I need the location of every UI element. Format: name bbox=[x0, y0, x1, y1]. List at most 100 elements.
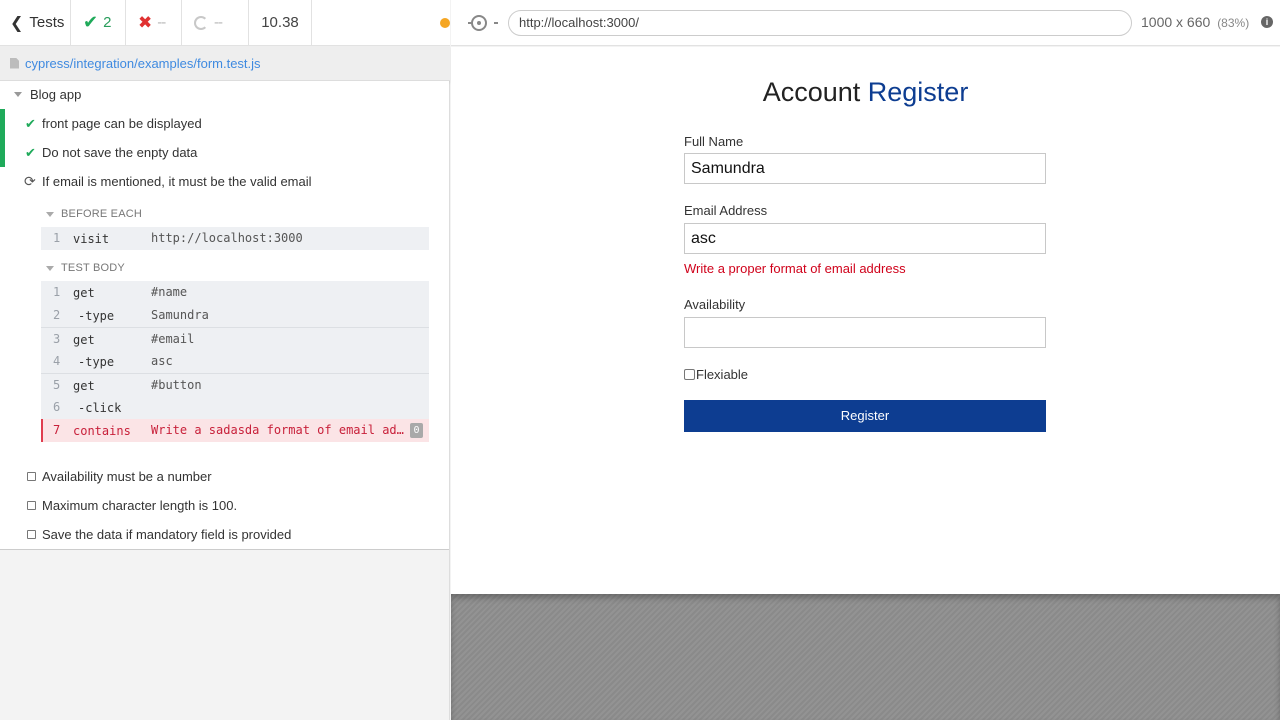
command-message: Samundra bbox=[151, 308, 209, 322]
command-message: #email bbox=[151, 332, 195, 346]
email-error-message: Write a proper format of email address bbox=[684, 261, 906, 276]
hook-test-body[interactable]: TEST BODY bbox=[46, 262, 125, 274]
command-row[interactable]: 1 get #name bbox=[41, 281, 429, 304]
command-row[interactable]: 6 -click bbox=[41, 396, 429, 419]
test-item[interactable]: Maximum character length is 100. bbox=[0, 491, 449, 520]
x-icon: ✖ bbox=[138, 12, 153, 32]
command-number: 5 bbox=[53, 378, 61, 392]
test-list: Blog app ✔ front page can be displayed ✔… bbox=[0, 81, 449, 550]
command-row[interactable]: 3 get #email bbox=[41, 327, 429, 350]
caret-down-icon bbox=[46, 265, 54, 271]
command-message: #button bbox=[151, 378, 202, 392]
checkbox-box[interactable] bbox=[684, 369, 695, 380]
viewport-scale: (83%) bbox=[1217, 16, 1250, 30]
command-name: get bbox=[73, 379, 95, 393]
command-number: 1 bbox=[53, 285, 61, 299]
selector-playground-icon[interactable] bbox=[468, 15, 498, 31]
full-name-input[interactable]: Samundra bbox=[684, 153, 1046, 184]
test-item[interactable]: ✔ front page can be displayed bbox=[0, 109, 449, 138]
viewport-info: 1000 x 660 (83%) bbox=[1141, 14, 1249, 30]
email-input[interactable]: asc bbox=[684, 223, 1046, 254]
before-each-commands: 1 visit http://localhost:3000 bbox=[41, 227, 429, 250]
flexible-label: Flexiable bbox=[696, 367, 749, 382]
hook-title: TEST BODY bbox=[61, 262, 125, 274]
chevron-left-icon: ❮ bbox=[10, 14, 24, 32]
aut-backdrop bbox=[451, 594, 1280, 720]
command-name: get bbox=[73, 333, 95, 347]
check-icon: ✔ bbox=[25, 115, 36, 131]
pending-square-icon bbox=[27, 501, 36, 510]
command-row[interactable]: 2 -type Samundra bbox=[41, 304, 429, 327]
email-label: Email Address bbox=[684, 203, 768, 218]
command-name: -click bbox=[78, 401, 122, 415]
stats-bar: ❮ Tests ✔ 2 ✖ -- -- 10.38 ↕ bbox=[0, 0, 507, 46]
test-title: Save the data if mandatory field is prov… bbox=[42, 527, 292, 542]
test-title: If email is mentioned, it must be the va… bbox=[42, 174, 312, 189]
test-item[interactable]: Availability must be a number bbox=[0, 462, 449, 491]
caret-down-icon bbox=[14, 92, 22, 97]
cypress-runner: ❮ Tests ✔ 2 ✖ -- -- 10.38 ↕ bbox=[0, 0, 1280, 720]
full-name-label: Full Name bbox=[684, 134, 744, 149]
url-bar[interactable]: http://localhost:3000/ bbox=[508, 10, 1132, 36]
check-icon: ✔ bbox=[25, 144, 36, 160]
spec-file-link[interactable]: cypress/integration/examples/form.test.j… bbox=[25, 56, 261, 71]
pass-indicator bbox=[0, 109, 5, 138]
caret-down-icon bbox=[46, 211, 54, 217]
command-name: get bbox=[73, 286, 95, 300]
test-title: Do not save the enpty data bbox=[42, 145, 198, 160]
pending-square-icon bbox=[27, 472, 36, 481]
command-number: 3 bbox=[53, 332, 61, 346]
page-title: Account Register bbox=[451, 77, 1280, 108]
pending-count: -- bbox=[182, 0, 249, 46]
spec-file-header: cypress/integration/examples/form.test.j… bbox=[0, 46, 450, 81]
pending-square-icon bbox=[27, 530, 36, 539]
test-title: front page can be displayed bbox=[42, 116, 202, 131]
app-under-test: Account Register Full Name Samundra Emai… bbox=[451, 47, 1280, 594]
command-name: contains bbox=[73, 424, 131, 438]
command-number: 1 bbox=[53, 231, 61, 245]
command-row[interactable]: 1 visit http://localhost:3000 bbox=[41, 227, 429, 250]
command-row[interactable]: 5 get #button bbox=[41, 373, 429, 396]
availability-input[interactable] bbox=[684, 317, 1046, 348]
running-indicator-icon bbox=[440, 17, 450, 28]
command-number: 7 bbox=[53, 423, 61, 437]
command-number: 4 bbox=[53, 354, 61, 368]
command-name: visit bbox=[73, 232, 110, 246]
test-title: Maximum character length is 100. bbox=[42, 498, 238, 513]
suite-title[interactable]: Blog app bbox=[14, 87, 81, 102]
back-label: Tests bbox=[29, 14, 65, 31]
pass-indicator bbox=[0, 138, 5, 167]
failed-value: -- bbox=[157, 14, 166, 31]
title-prefix: Account bbox=[762, 77, 861, 107]
test-body-commands: 1 get #name 2 -type Samundra 3 get #emai… bbox=[41, 281, 429, 442]
command-message: asc bbox=[151, 354, 173, 368]
test-item[interactable]: ✔ Do not save the enpty data bbox=[0, 138, 449, 167]
info-icon[interactable]: i bbox=[1261, 16, 1273, 28]
viewport-size: 1000 x 660 bbox=[1141, 14, 1211, 30]
flexible-checkbox[interactable]: Flexiable bbox=[684, 367, 748, 382]
test-item[interactable]: ⟳ If email is mentioned, it must be the … bbox=[0, 167, 449, 196]
command-number: 6 bbox=[53, 400, 61, 414]
command-message: #name bbox=[151, 285, 188, 299]
hook-before-each[interactable]: BEFORE EACH bbox=[46, 208, 142, 220]
suite-title-label: Blog app bbox=[30, 87, 82, 102]
command-row[interactable]: 4 -type asc bbox=[41, 350, 429, 373]
title-accent: Register bbox=[867, 77, 969, 107]
test-item[interactable]: Save the data if mandatory field is prov… bbox=[0, 520, 449, 549]
command-number: 2 bbox=[53, 308, 61, 322]
element-count-badge: 0 bbox=[410, 423, 423, 438]
command-row-failed[interactable]: 7 contains Write a sadasda format of ema… bbox=[41, 419, 429, 442]
register-button[interactable]: Register bbox=[684, 400, 1046, 432]
refresh-icon: ⟳ bbox=[24, 173, 36, 189]
failed-count: ✖ -- bbox=[126, 0, 182, 46]
command-message: Write a sadasda format of email address bbox=[151, 423, 405, 437]
command-name: -type bbox=[78, 309, 115, 323]
aut-header: http://localhost:3000/ 1000 x 660 (83%) … bbox=[451, 0, 1280, 46]
command-name: -type bbox=[78, 355, 115, 369]
back-to-tests-button[interactable]: ❮ Tests bbox=[0, 0, 71, 46]
test-title: Availability must be a number bbox=[42, 469, 212, 484]
reporter-panel: ❮ Tests ✔ 2 ✖ -- -- 10.38 ↕ bbox=[0, 0, 507, 720]
pending-value: -- bbox=[214, 14, 223, 31]
passed-value: 2 bbox=[103, 14, 112, 31]
passed-count: ✔ 2 bbox=[71, 0, 126, 46]
